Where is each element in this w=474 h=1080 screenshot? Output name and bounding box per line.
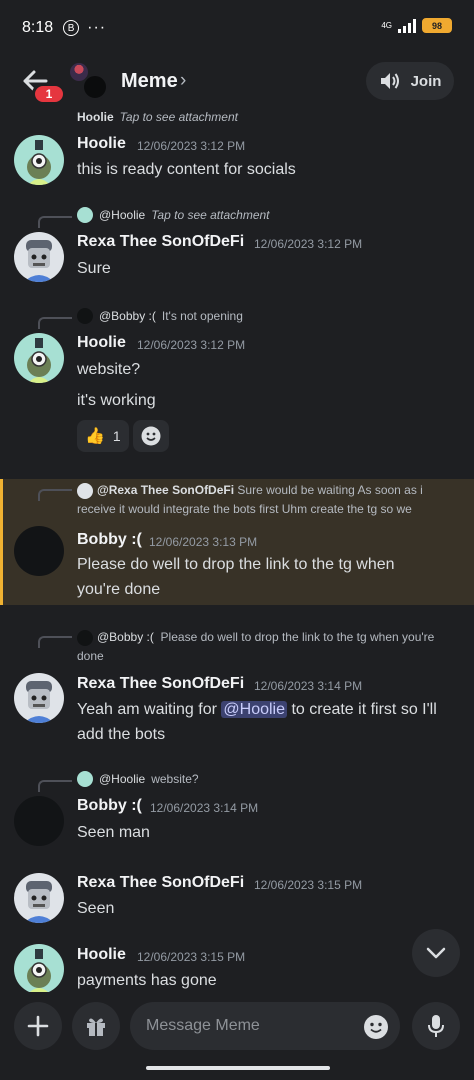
message-text: website?: [77, 361, 141, 378]
message-item[interactable]: @Hoolie Tap to see attachment Rexa Thee …: [0, 206, 474, 306]
channel-title[interactable]: Meme: [121, 70, 178, 93]
smiley-icon: [141, 426, 161, 446]
voice-message-button[interactable]: [412, 1002, 460, 1050]
gift-button[interactable]: [72, 1002, 120, 1050]
timestamp: 12/06/2023 3:12 PM: [254, 237, 363, 251]
avatar[interactable]: [14, 873, 64, 923]
status-time: 8:18: [22, 19, 54, 36]
message-text: payments has gone: [77, 972, 217, 989]
network-label: 4G: [381, 20, 392, 30]
user-mention[interactable]: @Hoolie: [221, 701, 287, 718]
avatar[interactable]: [14, 526, 64, 576]
reply-avatar: [77, 629, 93, 646]
jump-to-bottom-button[interactable]: [412, 929, 460, 977]
username[interactable]: Hoolie: [77, 135, 126, 153]
speaker-icon: [380, 73, 399, 89]
gift-icon: [87, 1018, 105, 1036]
reaction-count: 1: [112, 428, 121, 444]
message-text: Sure: [77, 260, 111, 277]
username[interactable]: Rexa Thee SonOfDeFi: [77, 675, 244, 693]
chevron-down-icon: [426, 947, 446, 959]
timestamp: 12/06/2023 3:13 PM: [149, 535, 258, 549]
composer-bar: Message Meme: [0, 992, 474, 1080]
status-b-icon: B: [63, 20, 80, 36]
battery-icon: 98: [422, 18, 452, 33]
reply-preview[interactable]: @Hoolie Tap to see attachment: [77, 207, 270, 223]
unread-badge: 1: [32, 83, 66, 105]
reply-preview[interactable]: @Hoolie website?: [77, 771, 199, 787]
signal-icon: [398, 18, 416, 33]
reply-avatar: [77, 207, 93, 223]
message-item[interactable]: @Bobby :( Please do well to drop the lin…: [0, 626, 474, 756]
avatar[interactable]: [14, 944, 64, 992]
reply-preview[interactable]: Hoolie Tap to see attachment: [77, 110, 238, 124]
timestamp: 12/06/2023 3:15 PM: [137, 950, 246, 964]
timestamp: 12/06/2023 3:14 PM: [150, 801, 259, 815]
message-item[interactable]: Hoolie 12/06/2023 3:15 PM payments has g…: [0, 942, 474, 992]
timestamp: 12/06/2023 3:15 PM: [254, 878, 363, 892]
reply-avatar: [77, 482, 93, 499]
thumbs-up-icon: 👍: [85, 428, 105, 445]
status-right: 4G 98: [381, 18, 452, 33]
reply-avatar: [77, 771, 93, 787]
plus-icon: [27, 1015, 49, 1037]
channel-header: 1 Meme › Join: [0, 56, 474, 108]
timestamp: 12/06/2023 3:12 PM: [137, 338, 246, 352]
reply-preview[interactable]: @Bobby :( Please do well to drop the lin…: [77, 628, 457, 666]
timestamp: 12/06/2023 3:14 PM: [254, 679, 363, 693]
chevron-right-icon[interactable]: ›: [180, 70, 186, 92]
group-avatar-2: [82, 74, 108, 100]
join-voice-button[interactable]: Join: [366, 62, 454, 100]
add-reaction-button[interactable]: [133, 420, 169, 452]
avatar[interactable]: [14, 135, 64, 185]
username[interactable]: Rexa Thee SonOfDeFi: [77, 874, 244, 892]
join-label: Join: [410, 72, 442, 90]
add-attachment-button[interactable]: [14, 1002, 62, 1050]
message-text: Yeah am waiting for @Hoolie to create it…: [77, 701, 437, 743]
username[interactable]: Hoolie: [77, 334, 126, 352]
reply-avatar: [77, 308, 93, 324]
emoji-icon[interactable]: [363, 1014, 389, 1040]
avatar[interactable]: [14, 232, 64, 282]
reply-preview[interactable]: @Rexa Thee SonOfDeFi Sure would be waiti…: [77, 481, 457, 519]
username[interactable]: Rexa Thee SonOfDeFi: [77, 233, 244, 251]
username[interactable]: Hoolie: [77, 946, 126, 964]
reaction-thumbs-up[interactable]: 👍 1: [77, 420, 129, 452]
username[interactable]: Bobby :(: [77, 531, 142, 549]
avatar[interactable]: [14, 796, 64, 846]
status-bar: 8:18 B ··· 4G 98: [0, 0, 474, 56]
message-item[interactable]: Hoolie Tap to see attachment Hoolie 12/0…: [0, 108, 474, 198]
message-input[interactable]: Message Meme: [130, 1002, 400, 1050]
avatar[interactable]: [14, 673, 64, 723]
avatar[interactable]: [14, 333, 64, 383]
message-item[interactable]: @Hoolie website? Bobby :( 12/06/2023 3:1…: [0, 770, 474, 850]
message-text: this is ready content for socials: [77, 161, 296, 178]
message-text: it's working: [77, 392, 156, 409]
message-item[interactable]: Rexa Thee SonOfDeFi 12/06/2023 3:15 PM S…: [0, 868, 474, 938]
message-text: Please do well to drop the link to the t…: [77, 556, 395, 598]
username[interactable]: Bobby :(: [77, 797, 142, 815]
microphone-icon: [428, 1015, 444, 1037]
status-more-icon: ···: [87, 19, 107, 36]
message-text: Seen man: [77, 824, 150, 841]
reply-preview[interactable]: @Bobby :( It's not opening: [77, 308, 243, 324]
message-text: Seen: [77, 900, 115, 917]
timestamp: 12/06/2023 3:12 PM: [137, 139, 246, 153]
message-item-mentioned[interactable]: @Rexa Thee SonOfDeFi Sure would be waiti…: [0, 479, 474, 605]
message-list[interactable]: Hoolie Tap to see attachment Hoolie 12/0…: [0, 108, 474, 992]
home-indicator[interactable]: [146, 1066, 330, 1070]
message-item[interactable]: @Bobby :( It's not opening Hoolie 12/06/…: [0, 307, 474, 467]
